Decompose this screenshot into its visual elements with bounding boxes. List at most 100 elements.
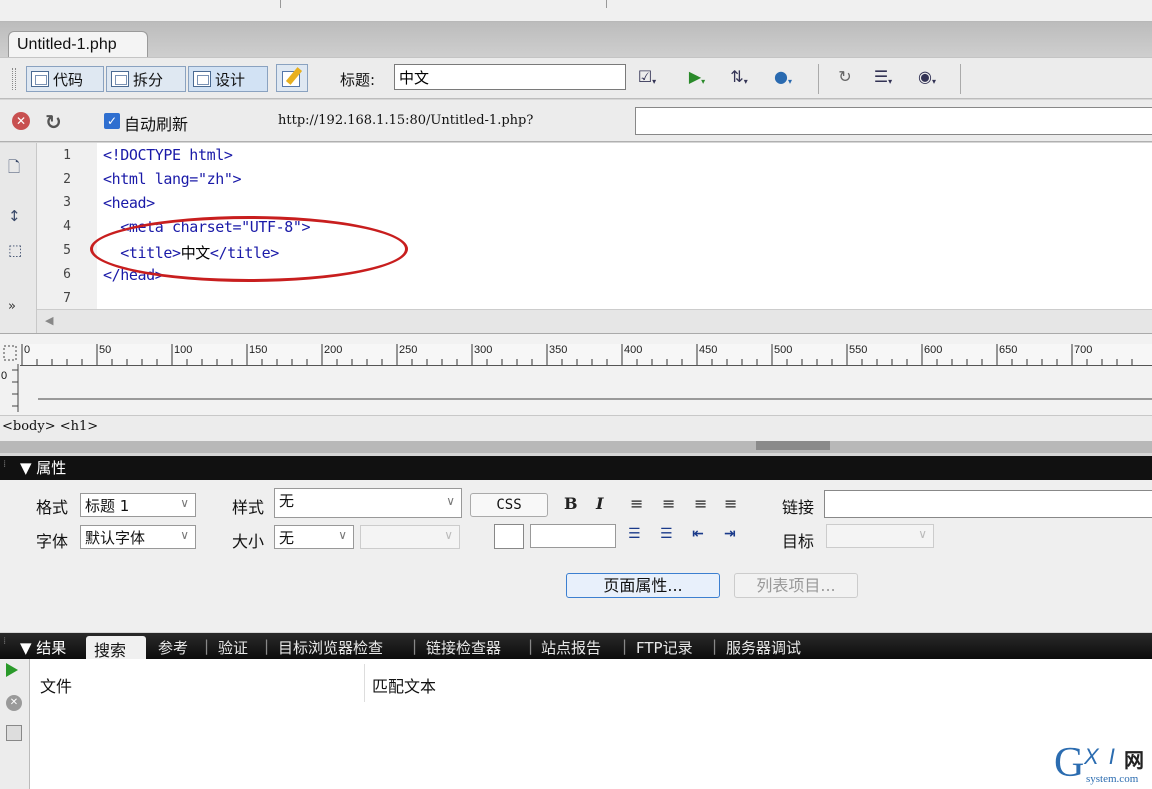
code-line: <html lang="zh"> [103,170,242,188]
view-options-icon[interactable]: ☰▾ [870,67,896,89]
validate-icon[interactable]: ▶▾ [684,67,710,89]
tab-server-debug[interactable]: 服务器调试 [726,637,801,658]
link-input[interactable] [824,490,1152,518]
watermark-domain: system.com [1086,773,1139,785]
open-documents-icon[interactable]: 🗋 [8,157,20,182]
ruler-label: 100 [174,344,193,356]
tab-link-checker[interactable]: 链接检查器 [426,637,501,658]
file-transfer-icon[interactable]: ⇅▾ [726,67,752,89]
indent-icon[interactable]: ⇥ [724,526,736,542]
design-view-button[interactable]: 设计 [188,66,268,92]
outdent-icon[interactable]: ⇤ [692,526,704,542]
tab-validation[interactable]: 验证 [218,637,248,658]
column-header-match[interactable]: 匹配文本 [372,673,436,697]
tab-separator: | [264,637,270,655]
tab-ftp-log[interactable]: FTP记录 [636,637,693,658]
select-parent-tag-icon[interactable]: ⬚ [8,241,22,259]
ruler-label: 650 [999,344,1018,356]
refresh-design-icon[interactable]: ↻ [832,67,858,89]
panel-splitter[interactable] [0,441,1152,453]
results-list [0,659,1152,789]
css-button[interactable]: CSS [470,493,548,517]
document-toolbar: 代码 拆分 设计 标题: ☑▾ ▶▾ ⇅▾ ●▾ ↻ ☰▾ ◉▾ [0,57,1152,99]
ordered-list-icon[interactable]: ☰ [660,526,673,542]
align-center-icon[interactable]: ≡ [662,494,675,513]
bold-icon[interactable]: B [564,494,578,513]
ruler-label: 600 [924,344,943,356]
split-view-label: 拆分 [133,70,164,89]
split-view-button[interactable]: 拆分 [106,66,186,92]
document-tab[interactable]: Untitled-1.php [8,31,148,58]
scroll-left-icon[interactable]: ◀ [45,314,53,327]
ruler-label: 300 [474,344,493,356]
size-select[interactable]: 无 ∨ [274,525,354,549]
chevron-down-icon: ∨ [180,496,189,510]
more-tools-chevron-icon[interactable]: » [8,299,16,314]
url-text: http://192.168.1.15:80/Untitled-1.php? [278,113,534,128]
text-color-input[interactable] [530,524,616,548]
collapse-tag-icon[interactable]: ↕ [8,207,21,225]
ruler-label: 150 [249,344,268,356]
link-label: 链接 [782,498,815,517]
toolbar-separator [960,64,961,94]
column-divider[interactable] [364,664,365,702]
url-input[interactable] [635,107,1152,135]
results-title[interactable]: ▼ 结果 [20,637,66,658]
chevron-down-icon: ∨ [338,528,347,542]
results-toolbar: ✕ [0,659,30,789]
text-color-picker[interactable] [494,524,524,549]
visual-aids-icon[interactable]: ◉▾ [914,67,940,89]
tag-path[interactable]: <body> <h1> [2,419,98,434]
justify-icon[interactable]: ≡ [724,494,737,513]
design-divider [38,398,1152,400]
browser-check-icon[interactable]: ☑▾ [634,67,660,89]
code-line: <!DOCTYPE html> [103,146,233,164]
tab-site-reports[interactable]: 站点报告 [541,637,601,658]
tab-search[interactable]: 搜索 [86,636,146,660]
font-select[interactable]: 默认字体 ∨ [80,525,196,549]
tab-separator: | [204,637,210,655]
tab-separator: | [412,637,418,655]
code-view-label: 代码 [53,70,84,89]
panel-grip[interactable]: ⁞ [3,459,6,470]
live-edit-icon[interactable] [276,64,308,92]
stop-icon[interactable]: ✕ [12,112,30,130]
splitter-handle[interactable] [756,441,830,450]
refresh-icon[interactable]: ↻ [45,110,62,134]
format-select[interactable]: 标题 1 ∨ [80,493,196,517]
auto-refresh-checkbox[interactable]: ✓ [104,113,120,129]
preview-globe-icon[interactable]: ●▾ [770,67,796,89]
tab-browser-check[interactable]: 目标浏览器检查 [278,637,383,658]
tab-reference[interactable]: 参考 [158,637,188,658]
panel-grip[interactable]: ⁞ [3,636,6,647]
target-select: ∨ [826,524,934,548]
properties-panel-header[interactable]: ⁞ ▼ 属性 [0,456,1152,480]
vertical-ruler-label: 0 [1,370,8,382]
chevron-down-icon: ∨ [918,527,927,541]
column-header-file[interactable]: 文件 [40,673,72,697]
ruler-label: 700 [1074,344,1093,356]
tab-separator: | [528,637,534,655]
line-number: 2 [63,172,71,187]
play-icon[interactable] [6,663,18,677]
ruler-label: 400 [624,344,643,356]
horizontal-scrollbar[interactable]: ◀ [37,309,1152,333]
save-icon[interactable] [6,725,22,741]
title-label: 标题: [340,71,376,89]
title-input[interactable] [394,64,626,90]
page-properties-button[interactable]: 页面属性... [566,573,720,598]
code-line: <head> [103,194,155,212]
italic-icon[interactable]: I [596,494,603,513]
unordered-list-icon[interactable]: ☰ [628,526,641,542]
align-left-icon[interactable]: ≡ [630,494,643,513]
style-select[interactable]: 无 ∨ [274,488,462,518]
properties-title: ▼ 属性 [20,459,67,477]
ruler-label: 50 [99,344,112,356]
code-view-button[interactable]: 代码 [26,66,104,92]
top-strip [0,0,1152,22]
stop-icon[interactable]: ✕ [6,695,22,711]
font-label: 字体 [36,532,69,551]
toolbar-grip[interactable] [12,68,16,90]
coding-toolbar: 🗋 ↕ ⬚ » [0,143,37,333]
align-right-icon[interactable]: ≡ [694,494,707,513]
